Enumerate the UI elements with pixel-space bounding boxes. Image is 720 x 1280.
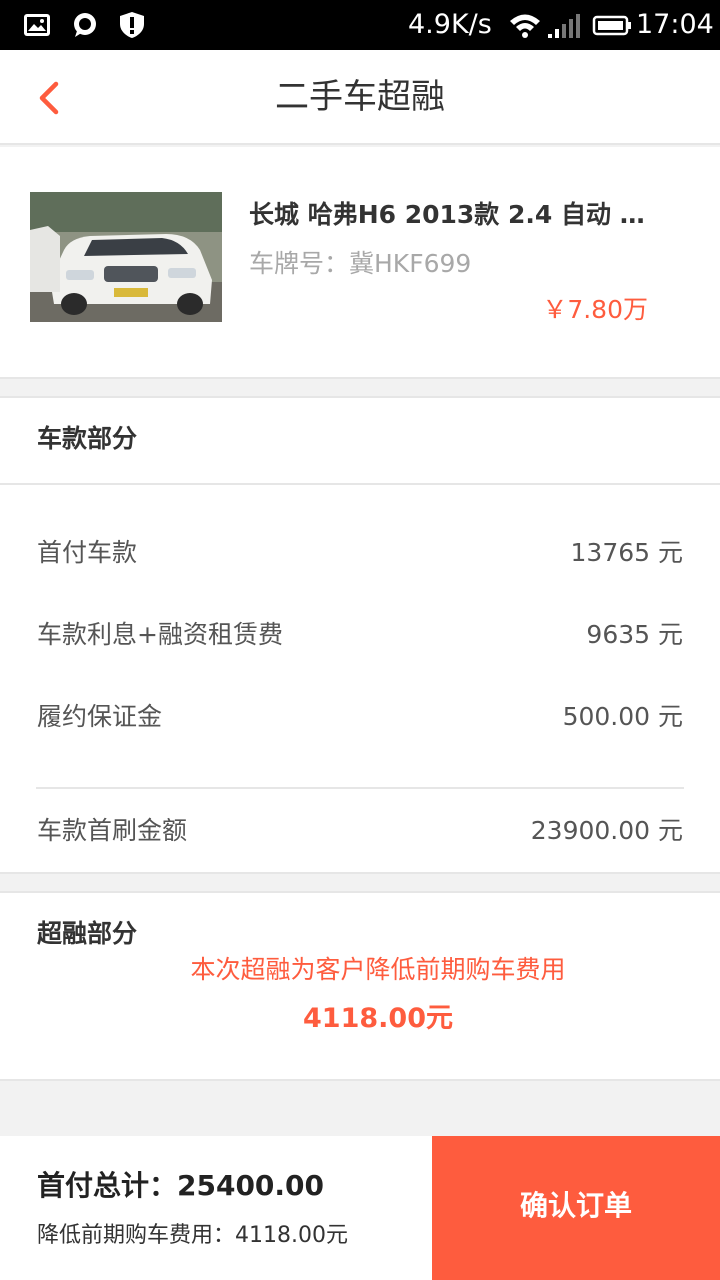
section-divider xyxy=(0,483,720,485)
super-note: 本次超融为客户降低前期购车费用 xyxy=(190,955,566,984)
chat-icon xyxy=(74,13,96,37)
back-button[interactable] xyxy=(28,74,72,122)
car-card[interactable]: 长城 哈弗H6 2013款 2.4 自动 升… 车牌号：冀HKF699 ￥7.8… xyxy=(0,147,720,379)
car-name: 长城 哈弗H6 2013款 2.4 自动 升… xyxy=(249,200,669,229)
super-section-title: 超融部分 xyxy=(37,919,138,948)
car-photo xyxy=(30,192,222,322)
interest-fee-label: 车款利息+融资租赁费 xyxy=(37,620,283,649)
shield-icon xyxy=(120,12,144,38)
first-payment-value: 23900.00 元 xyxy=(530,816,683,845)
battery-icon xyxy=(592,15,631,36)
super-amount: 4118.00元 xyxy=(303,1003,453,1034)
down-payment-label: 首付车款 xyxy=(37,538,138,567)
chevron-left-icon xyxy=(39,81,59,115)
network-speed: 4.9K/s xyxy=(408,9,492,40)
car-price: ￥7.80万 xyxy=(542,295,648,324)
wifi-icon xyxy=(510,14,540,38)
interest-fee-value: 9635 元 xyxy=(586,620,683,649)
down-payment-total: 首付总计：25400.00 xyxy=(37,1169,325,1202)
plate-number: 车牌号：冀HKF699 xyxy=(249,249,472,278)
app-header: 二手车超融 xyxy=(0,50,720,145)
confirm-order-button[interactable]: 确认订单 xyxy=(432,1136,720,1280)
image-icon xyxy=(24,14,50,36)
bottom-bar: 首付总计：25400.00 降低前期购车费用：4118.00元 确认订单 xyxy=(0,1136,720,1280)
page-title: 二手车超融 xyxy=(275,77,445,117)
down-payment-value: 13765 元 xyxy=(570,538,683,567)
loan-section-title: 车款部分 xyxy=(37,424,138,453)
first-payment-label: 车款首刷金额 xyxy=(37,816,188,845)
deposit-value: 500.00 元 xyxy=(562,702,683,731)
signal-icon xyxy=(548,14,580,38)
page: 4.9K/s 17:04 二手车超融 长城 哈弗H6 2013款 2.4 自动 … xyxy=(0,0,720,1280)
clock: 17:04 xyxy=(636,9,714,40)
deposit-label: 履约保证金 xyxy=(37,702,163,731)
status-bar: 4.9K/s 17:04 xyxy=(0,0,720,50)
reduced-cost: 降低前期购车费用：4118.00元 xyxy=(37,1223,348,1248)
loan-section: 车款部分 首付车款 13765 元 车款利息+融资租赁费 9635 元 履约保证… xyxy=(0,396,720,874)
super-finance-section: 超融部分 本次超融为客户降低前期购车费用 4118.00元 xyxy=(0,891,720,1081)
row-divider xyxy=(36,787,684,789)
